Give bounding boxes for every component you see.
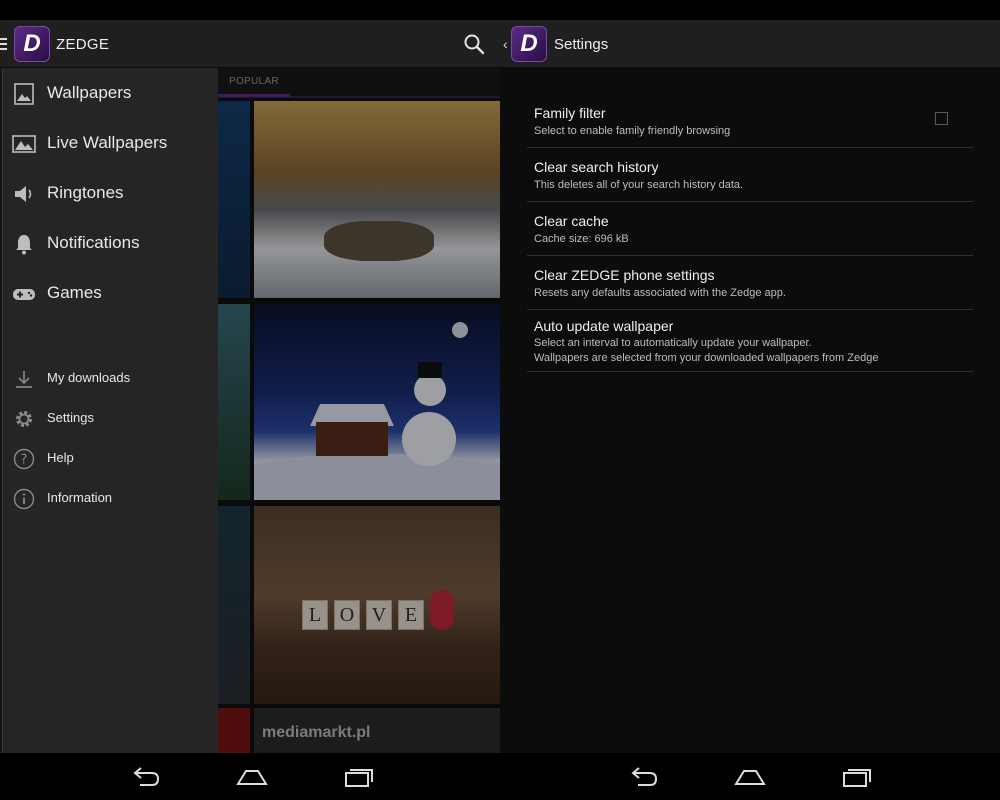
drawer-item-games[interactable]: Games — [3, 269, 219, 319]
pref-clear-zedge-phone-settings[interactable]: Clear ZEDGE phone settings Resets any de… — [527, 256, 973, 310]
pref-summary: Select an interval to automatically upda… — [534, 337, 812, 349]
recents-icon[interactable] — [839, 764, 875, 790]
svg-text:?: ? — [21, 453, 28, 468]
drawer-item-wallpapers[interactable]: Wallpapers — [3, 69, 219, 119]
pref-summary: Resets any defaults associated with the … — [534, 287, 786, 299]
app-logo-icon[interactable]: D — [14, 26, 50, 62]
drawer-item-information[interactable]: Information — [3, 478, 219, 518]
action-bar: ‹ D Settings — [500, 20, 1000, 68]
gamepad-icon — [13, 289, 35, 300]
drawer-item-label: My downloads — [47, 370, 131, 385]
drawer-item-live-wallpapers[interactable]: Live Wallpapers — [3, 119, 219, 169]
drawer-item-settings[interactable]: Settings — [3, 398, 219, 438]
pref-summary: Select to enable family friendly browsin… — [534, 125, 731, 137]
home-icon[interactable] — [732, 764, 768, 790]
drawer-item-label: Games — [47, 283, 102, 302]
recents-icon[interactable] — [341, 764, 377, 790]
app-title: ZEDGE — [56, 36, 110, 53]
drawer-item-label: Information — [47, 490, 113, 505]
right-screen: ‹ D Settings Family filter Select to ena… — [500, 20, 1000, 753]
pref-summary: Cache size: 696 kB — [534, 233, 629, 245]
status-bar — [0, 0, 1000, 20]
drawer-item-ringtones[interactable]: Ringtones — [3, 169, 219, 219]
info-icon — [13, 488, 35, 510]
drawer-item-label: Help — [47, 450, 74, 465]
family-filter-checkbox[interactable] — [935, 112, 948, 125]
drawer-item-label: Live Wallpapers — [47, 133, 168, 152]
home-icon[interactable] — [234, 764, 270, 790]
drawer-item-label: Ringtones — [47, 183, 124, 202]
drawer-item-label: Wallpapers — [47, 83, 132, 102]
navigation-drawer: Wallpapers Live Wallpapers Ringtones Not… — [2, 68, 218, 753]
pref-summary: This deletes all of your search history … — [534, 179, 744, 191]
drawer-item-label: Settings — [47, 410, 94, 425]
drawer-item-label: Notifications — [47, 233, 140, 252]
pref-title: Clear ZEDGE phone settings — [534, 267, 715, 283]
pref-clear-search-history[interactable]: Clear search history This deletes all of… — [527, 148, 973, 202]
left-screen: D ZEDGE POPULAR L O V E mediamarkt.pl Wa… — [0, 20, 500, 753]
image-icon — [14, 83, 34, 105]
back-icon[interactable] — [128, 764, 164, 790]
back-icon[interactable] — [626, 764, 662, 790]
help-icon: ? — [13, 448, 35, 470]
bell-icon — [16, 235, 32, 255]
pref-clear-cache[interactable]: Clear cache Cache size: 696 kB — [527, 202, 973, 256]
app-logo-icon[interactable]: D — [511, 26, 547, 62]
download-icon — [16, 371, 32, 388]
search-icon[interactable] — [462, 32, 486, 56]
speaker-icon — [15, 186, 32, 202]
gear-icon — [16, 411, 32, 427]
pref-title: Clear cache — [534, 213, 609, 229]
pref-summary: Wallpapers are selected from your downlo… — [534, 352, 879, 364]
action-bar: D ZEDGE — [0, 20, 500, 68]
drawer-scrim[interactable] — [218, 68, 500, 753]
pref-title: Family filter — [534, 105, 606, 121]
pref-title: Auto update wallpaper — [534, 318, 674, 334]
pref-family-filter[interactable]: Family filter Select to enable family fr… — [527, 94, 973, 148]
landscape-icon — [12, 135, 36, 153]
page-title: Settings — [554, 36, 609, 53]
chevron-left-icon[interactable]: ‹ — [503, 36, 511, 52]
drawer-item-notifications[interactable]: Notifications — [3, 219, 219, 269]
pref-auto-update-wallpaper[interactable]: Auto update wallpaper Select an interval… — [527, 310, 973, 372]
drawer-item-my-downloads[interactable]: My downloads — [3, 358, 219, 398]
pref-title: Clear search history — [534, 159, 659, 175]
drawer-item-help[interactable]: ? Help — [3, 438, 219, 478]
system-nav-bar — [0, 753, 1000, 800]
hamburger-icon[interactable] — [0, 38, 7, 50]
